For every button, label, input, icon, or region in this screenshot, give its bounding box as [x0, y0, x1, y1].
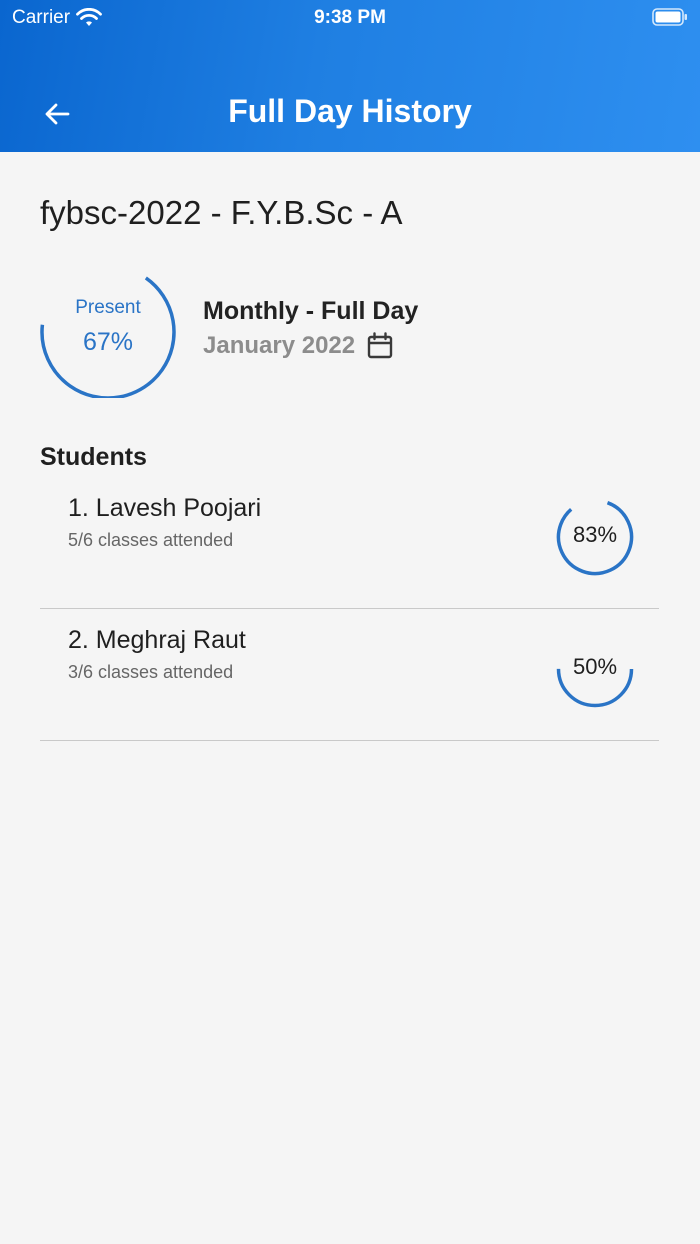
student-row-2[interactable]: 2. Meghraj Raut 3/6 classes attended 50% [40, 608, 659, 741]
student-percent: 83% [572, 522, 618, 547]
students-heading: Students [40, 443, 147, 471]
page-title: Full Day History [228, 93, 472, 129]
period-month: January 2022 [203, 332, 356, 359]
present-label: Present [75, 297, 141, 318]
status-bar: Carrier 9:38 PM [0, 0, 700, 36]
month-selector[interactable]: January 2022 [203, 332, 393, 360]
calendar-icon[interactable] [367, 332, 393, 360]
status-time: 9:38 PM [314, 7, 386, 28]
student-attendance: 3/6 classes attended [68, 662, 234, 682]
present-progress-ring: Present 67% [38, 266, 178, 398]
battery-icon [652, 8, 688, 26]
student-name: 1. Lavesh Poojari [68, 494, 262, 522]
period-type: Monthly - Full Day [203, 297, 419, 325]
student-attendance: 5/6 classes attended [68, 530, 234, 550]
student-progress-ring: 83% [554, 496, 636, 578]
app-header: Carrier 9:38 PM Full Day History [0, 0, 700, 152]
student-percent: 50% [572, 654, 618, 679]
student-name: 2. Meghraj Raut [68, 626, 246, 654]
present-percent: 67% [82, 328, 134, 356]
student-progress-ring: 50% [554, 628, 636, 710]
student-row-1[interactable]: 1. Lavesh Poojari 5/6 classes attended 8… [40, 476, 659, 609]
class-title: fybsc-2022 - F.Y.B.Sc - A [40, 194, 403, 231]
